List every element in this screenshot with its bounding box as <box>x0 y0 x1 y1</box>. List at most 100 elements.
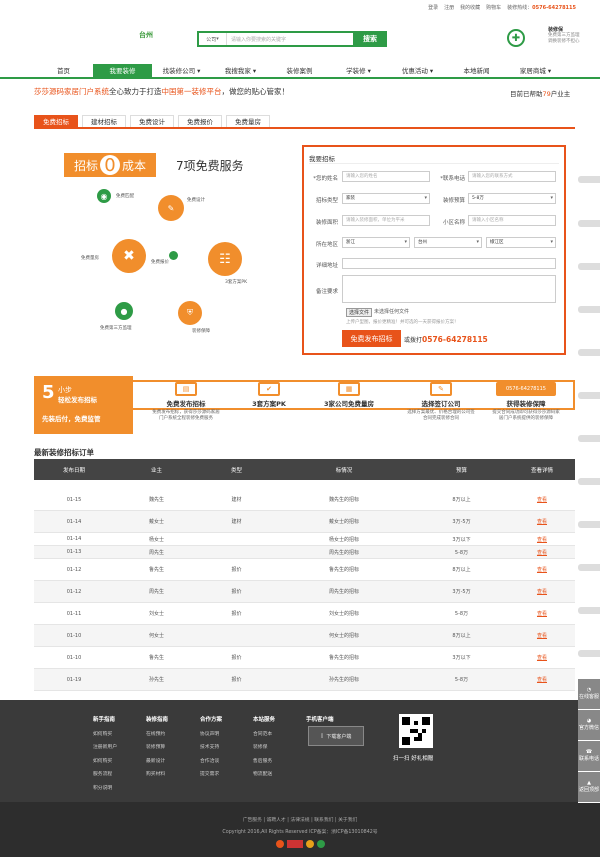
search-button[interactable]: 搜索 <box>353 31 387 47</box>
table-cell: 报价 <box>231 677 242 683</box>
register-link[interactable]: 注册 <box>444 4 454 11</box>
qr-code-image <box>402 717 430 745</box>
footer-link[interactable]: 服务流程 <box>93 768 117 782</box>
district-select[interactable]: 椒江区 <box>486 237 556 248</box>
search-type-select[interactable]: 公司 ▾ <box>199 33 227 45</box>
choose-file-button[interactable]: 选择文件 <box>346 308 373 317</box>
tab-item[interactable]: 免费设计 <box>130 115 174 127</box>
footer-link[interactable]: 装修保 <box>253 741 275 755</box>
city-selector[interactable]: 台州 <box>139 30 153 40</box>
online-service-button[interactable]: ◔ 在线客服 <box>578 679 600 710</box>
footer-link[interactable]: 合作洽谈 <box>200 755 222 769</box>
view-detail-link[interactable]: 查看 <box>509 566 575 573</box>
edge-tab[interactable] <box>578 176 600 183</box>
table-cell: 01-11 <box>66 610 82 617</box>
nav-item[interactable]: 家居商城 ▾ <box>506 64 565 77</box>
nav-item[interactable]: 首页 <box>34 64 93 77</box>
service-tabs: 免费招标 建材招标 免费设计 免费报价 免费量房 <box>34 115 575 129</box>
view-detail-link[interactable]: 查看 <box>509 654 575 661</box>
city-select[interactable]: 台州 <box>414 237 482 248</box>
view-detail-link[interactable]: 查看 <box>509 518 575 525</box>
address-input[interactable] <box>342 258 556 269</box>
view-detail-link[interactable]: 查看 <box>509 676 575 683</box>
view-detail-link[interactable]: 查看 <box>509 536 575 543</box>
main-nav: 首页 我要装修 找装修公司 ▾ 我搜我家 ▾ 装修案例 学装修 ▾ 优惠活动 ▾ 本地新闻 家居… <box>0 64 600 79</box>
footer-link[interactable]: 注册新用户 <box>93 741 117 755</box>
nav-item[interactable]: 优惠活动 ▾ <box>388 64 447 77</box>
edge-tab[interactable] <box>578 263 600 270</box>
service-label: 免费匹配 <box>116 194 134 199</box>
view-detail-link[interactable]: 查看 <box>509 549 575 556</box>
tab-item[interactable]: 免费量房 <box>226 115 270 127</box>
footer-link[interactable]: 在线预约 <box>146 728 168 742</box>
edit-icon: ✎ <box>158 195 184 221</box>
tab-item[interactable]: 建材招标 <box>82 115 126 127</box>
wechat-button[interactable]: ◕ 官方微信 <box>578 710 600 741</box>
edge-tab[interactable] <box>578 650 600 657</box>
file-status: 未选择任何文件 <box>374 309 410 315</box>
footer-link[interactable]: 装修预算 <box>146 741 168 755</box>
phone-input[interactable]: 请输入您的联系方式 <box>468 171 556 182</box>
edge-tab[interactable] <box>578 349 600 356</box>
footer-link[interactable]: 物流配送 <box>253 768 275 782</box>
qr-code <box>399 714 433 748</box>
login-link[interactable]: 登录 <box>428 4 438 11</box>
footer-link[interactable]: 如何购买 <box>93 728 117 742</box>
edge-tab[interactable] <box>578 435 600 442</box>
column-header: 发布日期 <box>62 467 85 474</box>
nav-item[interactable]: 学装修 ▾ <box>329 64 388 77</box>
view-detail-link[interactable]: 查看 <box>509 496 575 503</box>
footer-link[interactable]: 技术支持 <box>200 741 222 755</box>
tab-item[interactable]: 免费招标 <box>34 115 78 127</box>
view-detail-link[interactable]: 查看 <box>509 588 575 595</box>
download-client-button[interactable]: ▯ 下载客户端 <box>308 726 364 746</box>
edge-tab[interactable] <box>578 392 600 399</box>
edge-tab[interactable] <box>578 306 600 313</box>
header: 台州 公司 ▾ 请输入你要搜索的关键字 搜索 ✚ 装修保 免费第三方监理 调换装修… <box>0 14 600 64</box>
table-cell: 5-8万 <box>454 611 469 617</box>
footer-link[interactable]: 售后服务 <box>253 755 275 769</box>
nav-item[interactable]: 我要装修 <box>93 64 152 77</box>
step-item: ▤ 免费发布招标 免费发布招标，获得莎莎源码家居门户系统全程装修免费服务 <box>151 382 221 422</box>
slogan: 莎莎源码家居门户系统全心致力于打造中国第一装修平台，做您的贴心管家！ <box>34 87 289 96</box>
back-to-top-button[interactable]: ▲ 返回顶部 <box>578 772 600 803</box>
view-detail-link[interactable]: 查看 <box>509 610 575 617</box>
submit-tender-button[interactable]: 免费发布招标 <box>342 330 401 347</box>
phone-button[interactable]: ☎ 联系电话 <box>578 741 600 772</box>
edge-tab[interactable] <box>578 220 600 227</box>
area-input[interactable]: 请输入装修面积，单位为平米 <box>342 215 430 226</box>
table-cell: 5-8万 <box>454 549 469 556</box>
budget-select[interactable]: 5-8万 <box>468 193 556 204</box>
search-input[interactable]: 请输入你要搜索的关键字 <box>227 33 353 45</box>
step-desc: 免费发布招标，获得莎莎源码家居门户系统全程装修免费服务 <box>152 410 220 421</box>
footer-link[interactable]: 提交需求 <box>200 768 222 782</box>
search-bar: 公司 ▾ 请输入你要搜索的关键字 搜索 <box>197 31 387 47</box>
type-select[interactable]: 家装 <box>342 193 430 204</box>
footer-link[interactable]: 如何购买 <box>93 755 117 769</box>
table-cell: 魏先生 <box>148 497 164 503</box>
province-select[interactable]: 浙江 <box>342 237 410 248</box>
table-cell: 鲁先生的招标 <box>328 567 359 573</box>
edge-tab[interactable] <box>578 521 600 528</box>
footer-link[interactable]: 积分说明 <box>93 782 117 796</box>
footer-link[interactable]: 购买材料 <box>146 768 168 782</box>
edge-tab[interactable] <box>578 607 600 614</box>
nav-item[interactable]: 本地新闻 <box>447 64 506 77</box>
footer-link[interactable]: 最新设计 <box>146 755 168 769</box>
favorites-link[interactable]: 我的收藏 <box>460 4 480 11</box>
footer-link[interactable]: 协议声明 <box>200 728 222 742</box>
bottom-links[interactable]: 广告服务 | 诚聘人才 | 法律法规 | 联系我们 | 关于我们 <box>0 816 600 823</box>
edge-tab[interactable] <box>578 478 600 485</box>
edge-tab[interactable] <box>578 564 600 571</box>
cart-link[interactable]: 购物车 <box>486 4 501 11</box>
community-input[interactable]: 请输入小区名称 <box>468 215 556 226</box>
view-detail-link[interactable]: 查看 <box>509 632 575 639</box>
tab-item[interactable]: 免费报价 <box>178 115 222 127</box>
footer-link[interactable]: 合同范本 <box>253 728 275 742</box>
step-item: ▦ 3家公司免费量房 <box>314 382 384 410</box>
remark-textarea[interactable] <box>342 275 556 303</box>
nav-item[interactable]: 装修案例 <box>270 64 329 77</box>
nav-item[interactable]: 找装修公司 ▾ <box>152 64 211 77</box>
nav-item[interactable]: 我搜我家 ▾ <box>211 64 270 77</box>
name-input[interactable]: 请输入您的姓名 <box>342 171 430 182</box>
